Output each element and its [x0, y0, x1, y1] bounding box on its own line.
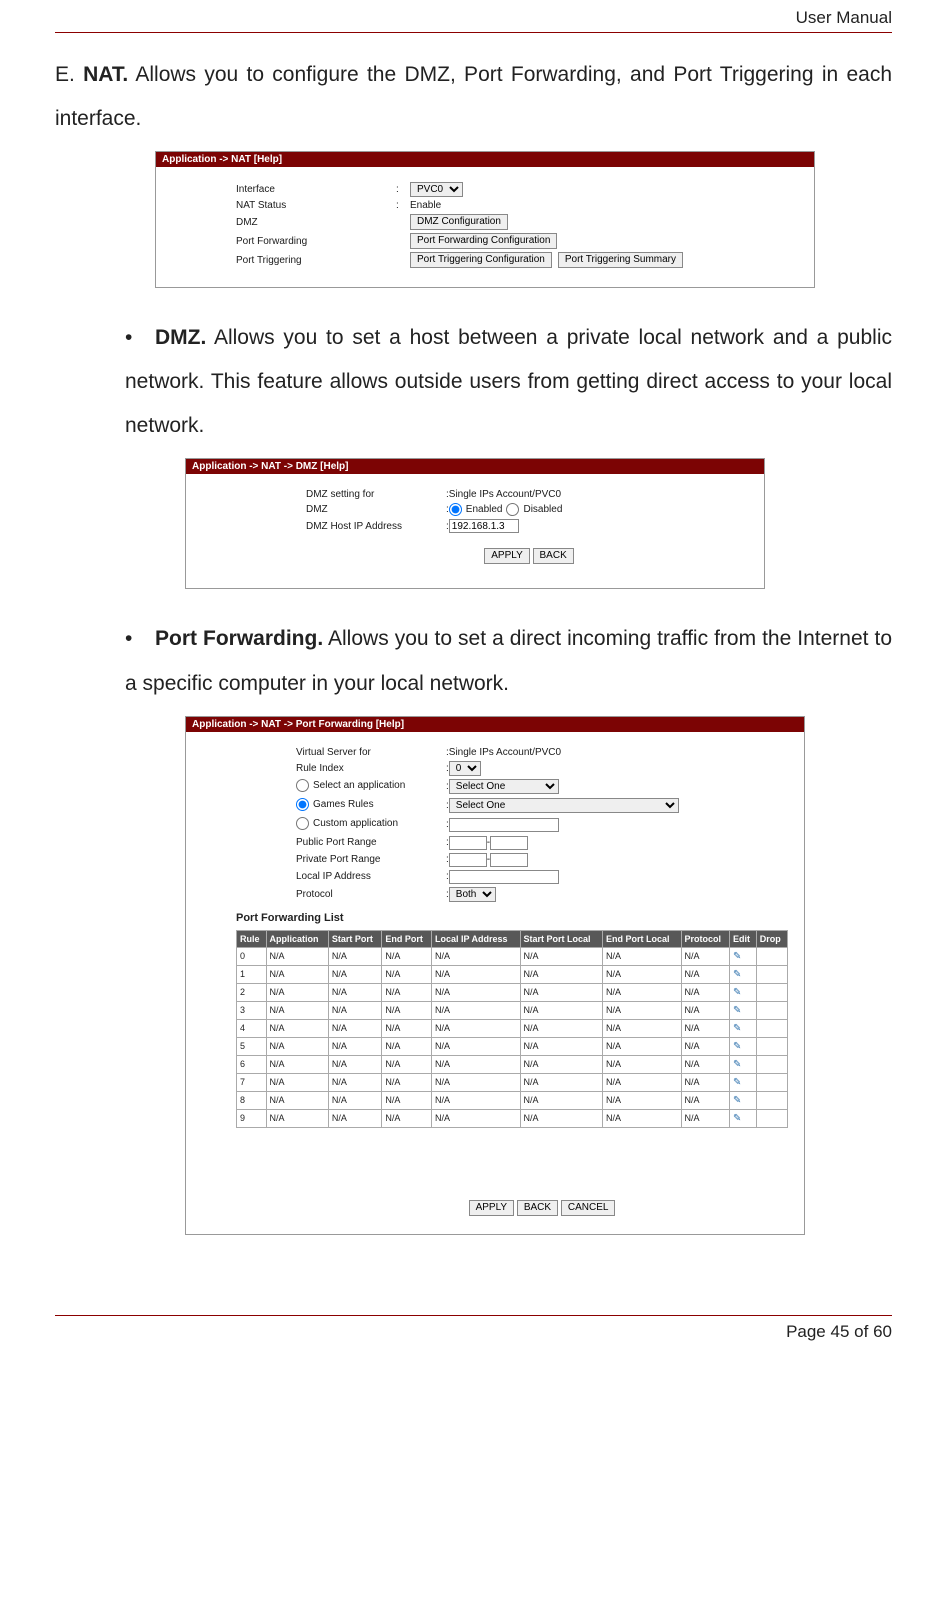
apply-button[interactable]: APPLY — [484, 548, 530, 564]
table-row: 0N/AN/AN/AN/AN/AN/AN/A✎ — [237, 947, 788, 965]
edit-icon[interactable]: ✎ — [733, 1077, 741, 1088]
vs-value: Single IPs Account/PVC0 — [449, 747, 561, 758]
table-row: 3N/AN/AN/AN/AN/AN/AN/A✎ — [237, 1001, 788, 1019]
edit-icon[interactable]: ✎ — [733, 1023, 741, 1034]
sub-pf: •Port Forwarding. Allows you to set a di… — [125, 617, 892, 705]
interface-label: Interface — [236, 184, 396, 195]
pf-list-title: Port Forwarding List — [236, 912, 788, 924]
table-header: Rule — [237, 930, 267, 947]
page-total: 60 — [873, 1322, 892, 1341]
edit-icon[interactable]: ✎ — [733, 1005, 741, 1016]
edit-icon[interactable]: ✎ — [733, 1059, 741, 1070]
table-header: Start Port — [328, 930, 381, 947]
table-header: End Port Local — [603, 930, 682, 947]
ppr-label: Public Port Range — [296, 837, 446, 848]
dmz-ip-label: DMZ Host IP Address — [306, 521, 446, 532]
pf-config-button[interactable]: Port Forwarding Configuration — [410, 233, 557, 249]
table-row: 4N/AN/AN/AN/AN/AN/AN/A✎ — [237, 1019, 788, 1037]
table-header: End Port — [382, 930, 432, 947]
bullet-icon: • — [125, 316, 155, 360]
interface-select[interactable]: PVC0 — [410, 182, 463, 197]
protocol-select[interactable]: Both — [449, 887, 496, 902]
public-port-start[interactable] — [449, 836, 487, 850]
dmz-label: DMZ — [236, 217, 396, 228]
private-port-end[interactable] — [490, 853, 528, 867]
dmz-for-label: DMZ setting for — [306, 489, 446, 500]
page-label: Page — [786, 1322, 826, 1341]
sub-pf-title: Port Forwarding. — [155, 627, 323, 650]
footer: Page 45 of 60 — [55, 1315, 892, 1358]
table-row: 7N/AN/AN/AN/AN/AN/AN/A✎ — [237, 1073, 788, 1091]
table-header: Edit — [730, 930, 757, 947]
pt-config-button[interactable]: Port Triggering Configuration — [410, 252, 552, 268]
edit-icon[interactable]: ✎ — [733, 987, 741, 998]
fig3-title: Application -> NAT -> Port Forwarding [H… — [186, 717, 804, 732]
games-rules-select[interactable]: Select One — [449, 798, 679, 813]
games-rules-radio[interactable]: Games Rules — [296, 798, 374, 811]
dmz-disabled-radio[interactable]: Disabled — [506, 503, 562, 516]
table-header: Start Port Local — [520, 930, 602, 947]
table-row: 6N/AN/AN/AN/AN/AN/AN/A✎ — [237, 1055, 788, 1073]
table-row: 9N/AN/AN/AN/AN/AN/AN/A✎ — [237, 1109, 788, 1127]
fig1-title: Application -> NAT [Help] — [156, 152, 814, 167]
apply-button[interactable]: APPLY — [469, 1200, 515, 1216]
table-row: 5N/AN/AN/AN/AN/AN/AN/A✎ — [237, 1037, 788, 1055]
pf-label: Port Forwarding — [236, 236, 396, 247]
table-header: Drop — [756, 930, 787, 947]
table-row: 8N/AN/AN/AN/AN/AN/AN/A✎ — [237, 1091, 788, 1109]
pf-table: RuleApplicationStart PortEnd PortLocal I… — [236, 930, 788, 1128]
dmz-for-value: Single IPs Account/PVC0 — [449, 489, 561, 500]
table-row: 1N/AN/AN/AN/AN/AN/AN/A✎ — [237, 965, 788, 983]
header-title: User Manual — [55, 0, 892, 33]
section-marker: E. — [55, 63, 75, 86]
sub-dmz-body: Allows you to set a host between a priva… — [125, 326, 892, 437]
edit-icon[interactable]: ✎ — [733, 1041, 741, 1052]
rule-index-select[interactable]: 0 — [449, 761, 481, 776]
private-port-start[interactable] — [449, 853, 487, 867]
ri-label: Rule Index — [296, 763, 446, 774]
proto-label: Protocol — [296, 889, 446, 900]
section-title: NAT. — [83, 63, 128, 86]
pt-summary-button[interactable]: Port Triggering Summary — [558, 252, 683, 268]
dmz-status-label: DMZ — [306, 504, 446, 515]
pt-label: Port Triggering — [236, 255, 396, 266]
natstatus-value: Enable — [410, 200, 441, 211]
sub-dmz-title: DMZ. — [155, 326, 206, 349]
pvpr-label: Private Port Range — [296, 854, 446, 865]
table-header: Protocol — [681, 930, 729, 947]
select-app-radio[interactable]: Select an application — [296, 779, 405, 792]
table-header: Local IP Address — [431, 930, 520, 947]
public-port-end[interactable] — [490, 836, 528, 850]
custom-app-radio[interactable]: Custom application — [296, 817, 398, 830]
natstatus-label: NAT Status — [236, 200, 396, 211]
dmz-config-button[interactable]: DMZ Configuration — [410, 214, 508, 230]
table-header: Application — [266, 930, 328, 947]
page-of: of — [854, 1322, 868, 1341]
select-app-select[interactable]: Select One — [449, 779, 559, 794]
local-ip-input[interactable] — [449, 870, 559, 884]
page-num: 45 — [831, 1322, 850, 1341]
section-body: Allows you to configure the DMZ, Port Fo… — [55, 63, 892, 130]
back-button[interactable]: BACK — [517, 1200, 558, 1216]
edit-icon[interactable]: ✎ — [733, 969, 741, 980]
sub-dmz: •DMZ. Allows you to set a host between a… — [125, 316, 892, 448]
cancel-button[interactable]: CANCEL — [561, 1200, 616, 1216]
dmz-ip-input[interactable] — [449, 519, 519, 533]
section-e: E. NAT. Allows you to configure the DMZ,… — [55, 53, 892, 141]
edit-icon[interactable]: ✎ — [733, 951, 741, 962]
dmz-enabled-radio[interactable]: Enabled — [449, 503, 503, 516]
fig2-title: Application -> NAT -> DMZ [Help] — [186, 459, 764, 474]
edit-icon[interactable]: ✎ — [733, 1113, 741, 1124]
bullet-icon: • — [125, 617, 155, 661]
back-button[interactable]: BACK — [533, 548, 574, 564]
table-row: 2N/AN/AN/AN/AN/AN/AN/A✎ — [237, 983, 788, 1001]
vs-label: Virtual Server for — [296, 747, 446, 758]
lip-label: Local IP Address — [296, 871, 446, 882]
custom-app-input[interactable] — [449, 818, 559, 832]
edit-icon[interactable]: ✎ — [733, 1095, 741, 1106]
